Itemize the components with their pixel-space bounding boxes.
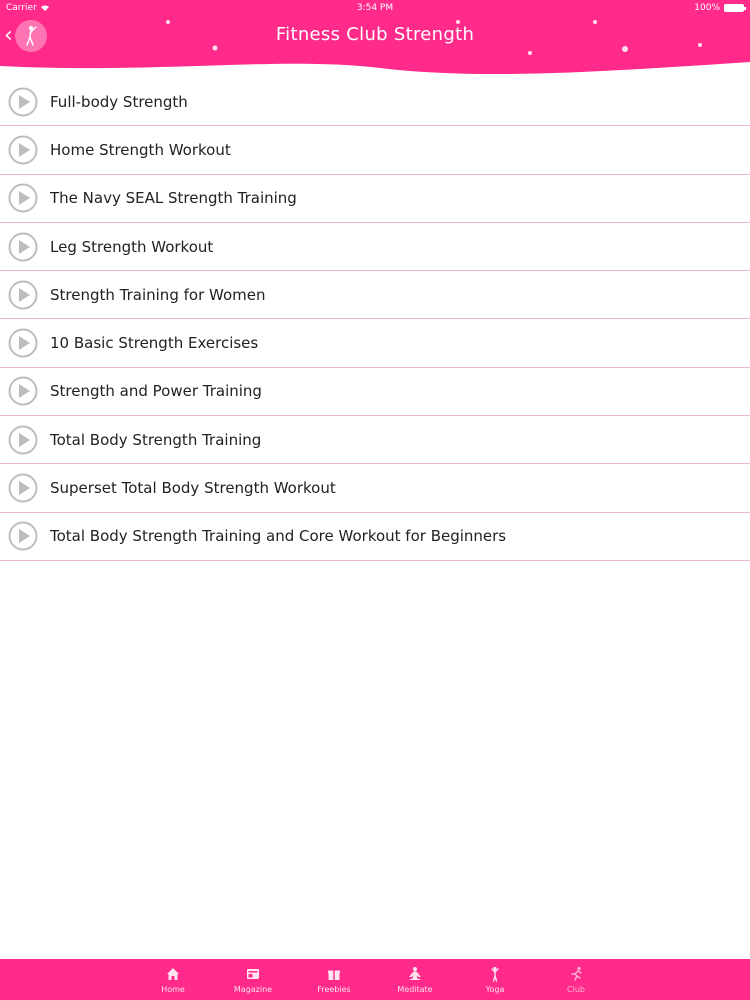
tab-meditate[interactable]: Meditate bbox=[375, 959, 455, 1000]
play-icon bbox=[8, 376, 38, 406]
tab-club[interactable]: Club bbox=[536, 959, 616, 1000]
list-item-label: Leg Strength Workout bbox=[50, 237, 214, 256]
app: Carrier 3:54 PM 100% ‹ Fitness Club Stre… bbox=[0, 0, 750, 1000]
yoga-icon bbox=[491, 966, 499, 982]
list-item[interactable]: 10 Basic Strength Exercises bbox=[0, 319, 750, 368]
tab-label: Magazine bbox=[233, 985, 273, 994]
page-title: Fitness Club Strength bbox=[275, 24, 475, 45]
list-item-label: Total Body Strength Training bbox=[50, 430, 262, 449]
play-icon bbox=[8, 280, 38, 310]
list-item-label: Total Body Strength Training and Core Wo… bbox=[50, 527, 507, 546]
tab-home[interactable]: Home bbox=[133, 959, 213, 1000]
workout-list: Full-body Strength Home Strength Workout… bbox=[0, 78, 750, 561]
tab-yoga[interactable]: Yoga bbox=[455, 959, 535, 1000]
list-item[interactable]: Strength and Power Training bbox=[0, 368, 750, 417]
list-item-label: Strength and Power Training bbox=[50, 382, 262, 401]
battery-label: 100% bbox=[694, 3, 720, 13]
list-item[interactable]: Home Strength Workout bbox=[0, 126, 750, 175]
home-icon bbox=[167, 968, 179, 980]
status-bar: Carrier 3:54 PM 100% bbox=[0, 0, 750, 16]
play-icon bbox=[8, 183, 38, 213]
play-icon bbox=[8, 328, 38, 358]
play-icon bbox=[8, 521, 38, 551]
tab-label: Home bbox=[161, 985, 185, 994]
list-item[interactable]: Total Body Strength Training bbox=[0, 416, 750, 465]
tab-bar: Home Magazine Freebies Meditate Yoga Clu… bbox=[0, 959, 750, 1000]
status-battery: 100% bbox=[694, 3, 746, 13]
status-time: 3:54 PM bbox=[356, 3, 394, 13]
play-icon bbox=[8, 425, 38, 455]
header: Carrier 3:54 PM 100% ‹ Fitness Club Stre… bbox=[0, 0, 750, 82]
tab-label: Freebies bbox=[317, 985, 351, 994]
list-item[interactable]: The Navy SEAL Strength Training bbox=[0, 175, 750, 223]
meditate-icon bbox=[409, 967, 421, 980]
list-item-label: Superset Total Body Strength Workout bbox=[50, 479, 336, 498]
list-item[interactable]: Total Body Strength Training and Core Wo… bbox=[0, 513, 750, 561]
list-item-label: Full-body Strength bbox=[50, 92, 188, 111]
magazine-icon bbox=[247, 969, 259, 979]
tab-magazine[interactable]: Magazine bbox=[213, 959, 293, 1000]
list-item[interactable]: Full-body Strength bbox=[0, 78, 750, 127]
tab-label: Yoga bbox=[485, 985, 505, 994]
list-item[interactable]: Leg Strength Workout bbox=[0, 223, 750, 272]
tab-label: Club bbox=[567, 985, 585, 994]
runner-icon bbox=[571, 966, 582, 981]
list-item-label: Strength Training for Women bbox=[50, 285, 266, 304]
tab-label: Meditate bbox=[397, 985, 433, 994]
list-item-label: Home Strength Workout bbox=[50, 140, 231, 159]
list-item[interactable]: Strength Training for Women bbox=[0, 271, 750, 320]
play-icon bbox=[8, 473, 38, 503]
play-icon bbox=[8, 135, 38, 165]
gift-icon bbox=[328, 970, 340, 980]
battery-icon bbox=[724, 4, 746, 12]
list-item[interactable]: Superset Total Body Strength Workout bbox=[0, 464, 750, 513]
play-icon bbox=[8, 232, 38, 262]
tab-freebies[interactable]: Freebies bbox=[294, 959, 374, 1000]
list-item-label: The Navy SEAL Strength Training bbox=[50, 189, 297, 208]
list-item-label: 10 Basic Strength Exercises bbox=[50, 334, 259, 353]
play-icon bbox=[8, 87, 38, 117]
